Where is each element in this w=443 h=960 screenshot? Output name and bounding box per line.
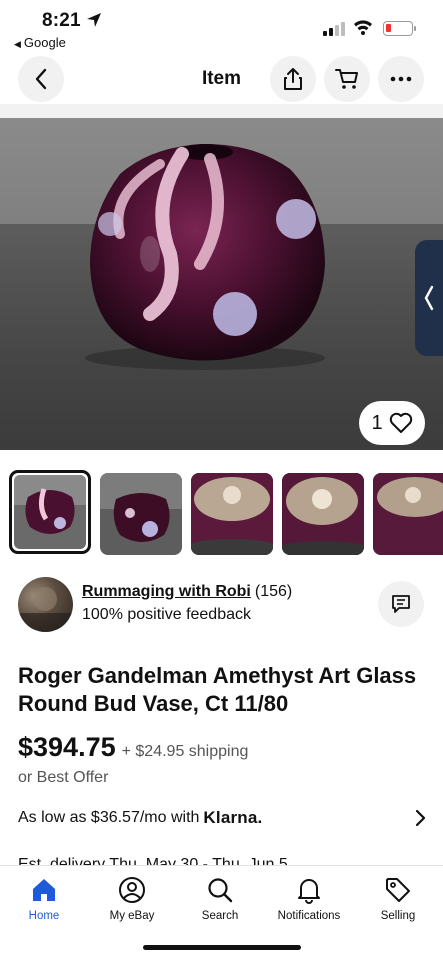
seller-avatar-image — [18, 587, 73, 632]
thumbnail-3[interactable] — [191, 473, 273, 555]
message-icon — [392, 595, 410, 613]
share-icon — [284, 68, 302, 90]
status-time: 8:21 — [42, 10, 81, 31]
tab-search-label: Search — [201, 910, 239, 922]
thumbnail-4[interactable] — [282, 473, 364, 555]
chevron-left-icon — [424, 285, 434, 311]
klarna-text: As low as $36.57/mo with — [18, 809, 200, 826]
more-icon — [390, 76, 412, 82]
thumbnail-5-image — [373, 473, 443, 555]
contact-seller-button[interactable] — [378, 581, 424, 627]
watch-button[interactable]: 1 — [359, 401, 425, 445]
page-title: Item — [0, 68, 443, 90]
search-icon — [208, 878, 233, 903]
thumbnail-4-image — [282, 473, 364, 555]
thumbnail-2[interactable] — [100, 473, 182, 555]
page-title-text: Item — [201, 68, 242, 89]
watch-count: 1 — [371, 411, 383, 434]
image-panel-tab[interactable] — [415, 240, 443, 356]
status-bar: 8:21 ◀ Google — [0, 0, 443, 52]
heart-icon — [389, 412, 412, 433]
tab-selling-label: Selling — [380, 910, 416, 922]
thumbnail-1[interactable] — [9, 470, 91, 554]
cart-button[interactable] — [324, 56, 370, 102]
back-app-label: Google — [23, 35, 66, 50]
cellular-signal-icon — [323, 22, 345, 36]
nav-bar: Item — [0, 54, 443, 104]
tab-notifications-label: Notifications — [277, 910, 341, 922]
price: $394.75 — [18, 732, 116, 762]
tab-my-ebay-label: My eBay — [109, 910, 155, 922]
bell-icon — [298, 879, 320, 904]
tab-search[interactable]: Search — [176, 874, 264, 922]
chevron-right-icon — [415, 809, 426, 827]
tag-icon — [386, 878, 410, 902]
tab-my-ebay[interactable]: My eBay — [88, 874, 176, 922]
seller-avatar[interactable] — [18, 577, 73, 632]
product-image[interactable] — [0, 104, 443, 450]
klarna-logo: Klarna. — [203, 808, 263, 827]
seller-feedback: 100% positive feedback — [82, 606, 251, 623]
seller-info: Rummaging with Robi (156) 100% positive f… — [0, 575, 443, 635]
shipping-cost: + $24.95 shipping — [121, 743, 249, 760]
thumbnail-5[interactable] — [373, 473, 443, 555]
wifi-icon — [354, 20, 372, 35]
location-arrow-icon — [87, 13, 101, 27]
tab-home[interactable]: Home — [0, 874, 88, 922]
cart-icon — [335, 69, 358, 89]
user-icon — [119, 877, 145, 903]
price-row: $394.75 + $24.95 shipping — [18, 732, 248, 763]
vase-photo — [85, 144, 325, 370]
home-icon — [33, 879, 55, 901]
thumbnail-strip — [0, 470, 443, 558]
more-options-button[interactable] — [378, 56, 424, 102]
share-button[interactable] — [270, 56, 316, 102]
thumbnail-3-image — [191, 473, 273, 555]
seller-name: Rummaging with Robi — [82, 583, 251, 600]
klarna-financing-row[interactable]: As low as $36.57/mo with Klarna. — [18, 806, 428, 830]
home-indicator — [143, 945, 301, 950]
seller-name-link[interactable]: Rummaging with Robi (156) — [82, 583, 292, 601]
tab-home-label: Home — [28, 910, 60, 922]
seller-rating-count: (156) — [254, 583, 293, 600]
tab-selling[interactable]: Selling — [354, 874, 442, 922]
back-to-app-link[interactable]: ◀ Google — [14, 35, 66, 50]
tab-notifications[interactable]: Notifications — [265, 874, 353, 922]
battery-icon — [383, 21, 416, 36]
thumbnail-1-image — [14, 475, 86, 534]
back-triangle-icon: ◀ — [14, 39, 21, 49]
best-offer-label: or Best Offer — [18, 769, 109, 786]
thumbnail-2-image — [100, 473, 182, 542]
listing-title: Roger Gandelman Amethyst Art Glass Round… — [18, 663, 417, 716]
